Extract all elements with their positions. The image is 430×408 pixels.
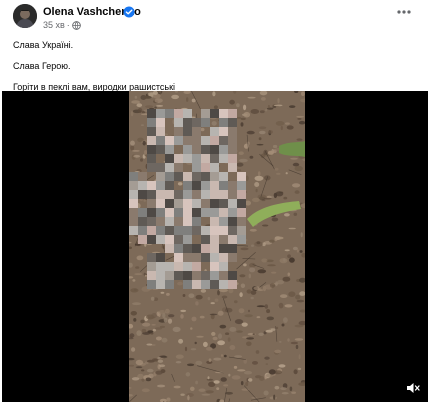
post-meta: 35 хв ·	[43, 20, 81, 31]
mute-icon[interactable]	[406, 382, 420, 394]
verified-badge-icon	[123, 6, 135, 18]
avatar-image	[13, 4, 37, 28]
post-text-line: Слава Герою.	[13, 61, 71, 71]
post-timestamp[interactable]: 35 хв	[43, 20, 65, 31]
globe-icon	[71, 21, 81, 30]
pixelated-video-frame	[129, 91, 305, 402]
author-avatar[interactable]	[13, 4, 37, 28]
post-header: Olena Vashchenko 35 хв ·	[13, 4, 417, 32]
facebook-post: Olena Vashchenko 35 хв · Слава Україні. …	[0, 0, 430, 408]
post-text-line: Слава Україні.	[13, 40, 74, 50]
video-player[interactable]	[2, 91, 428, 402]
more-options-icon[interactable]	[395, 6, 413, 18]
meta-separator: ·	[66, 20, 70, 30]
